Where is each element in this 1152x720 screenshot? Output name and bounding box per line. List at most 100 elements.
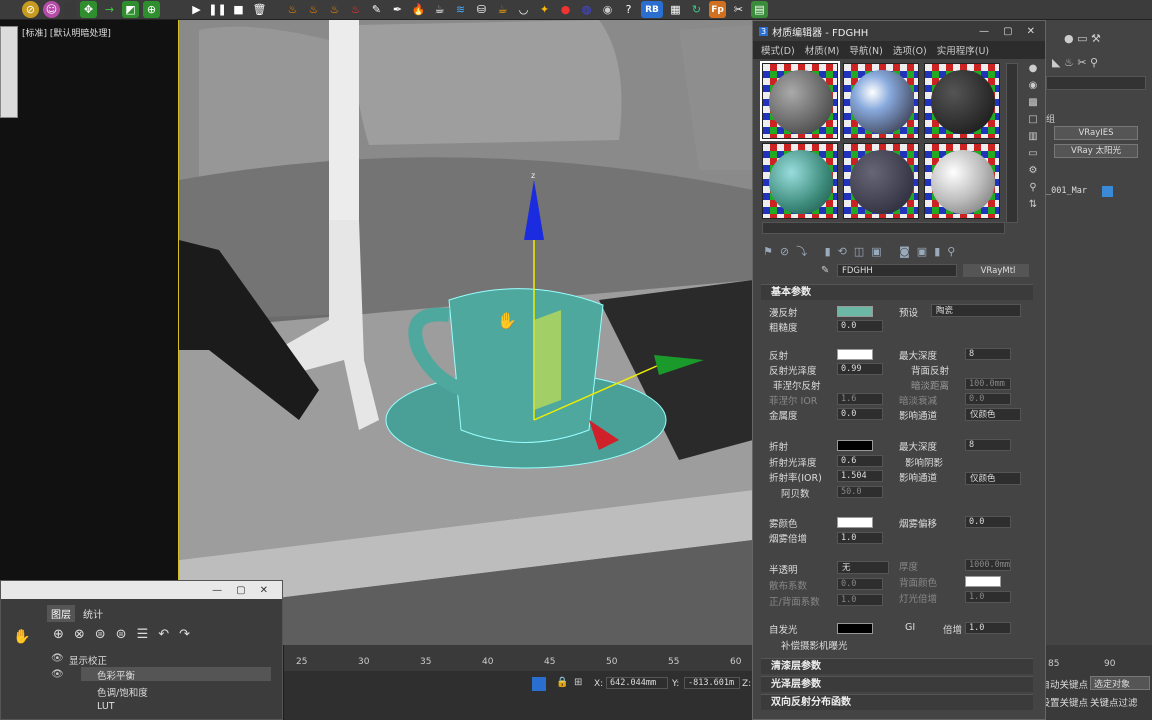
gi-checkbox[interactable]: GI — [905, 622, 915, 633]
bucket-icon[interactable]: ⛁ — [473, 1, 490, 18]
metalness-field[interactable]: 0.0 — [837, 408, 883, 420]
visibility-eye-icon[interactable]: 👁 — [51, 653, 64, 664]
refract-color-swatch[interactable] — [837, 440, 873, 451]
material-type-button[interactable]: VRayMtl — [963, 264, 1029, 277]
refresh-icon[interactable]: ↻ — [688, 1, 705, 18]
object-name[interactable]: _001_Mar — [1046, 186, 1087, 196]
reflect-max-depth-field[interactable]: 8 — [965, 348, 1011, 360]
dim-falloff-field[interactable]: 0.0 — [965, 393, 1011, 405]
grid-icon[interactable]: ▦ — [667, 1, 684, 18]
stop-icon[interactable]: ■ — [230, 1, 247, 18]
layer-item[interactable]: LUT — [97, 701, 115, 712]
material-slot-6[interactable] — [924, 143, 1000, 219]
object-color-swatch[interactable] — [1102, 186, 1113, 197]
pen-icon[interactable]: ✒ — [389, 1, 406, 18]
sheen-params-header[interactable]: 光泽层参数 — [761, 676, 1033, 692]
unlink-icon[interactable]: ☺ — [43, 1, 60, 18]
menu-mode[interactable]: 模式(D) — [761, 43, 795, 57]
pause-icon[interactable]: ❚❚ — [208, 1, 226, 18]
question-icon[interactable]: ? — [620, 1, 637, 18]
tools-icon[interactable]: ✂ — [730, 1, 747, 18]
refract-max-depth-field[interactable]: 8 — [965, 439, 1011, 451]
rb-button[interactable]: RB — [641, 1, 663, 18]
compensate-exposure-checkbox[interactable]: 补偿摄影机曝光 — [781, 638, 848, 652]
minimize-icon[interactable]: — — [979, 26, 989, 37]
auto-key-button[interactable]: 自动关键点 — [1046, 677, 1088, 691]
paint-icon[interactable]: ✎ — [368, 1, 385, 18]
mini-window[interactable] — [0, 26, 18, 118]
layer-panel-titlebar[interactable]: — ▢ ✕ — [1, 581, 282, 599]
fb-coeff-field[interactable]: 1.0 — [837, 594, 883, 606]
preset-dropdown[interactable]: 陶瓷 — [931, 304, 1021, 317]
selection-lock-icon[interactable] — [532, 677, 546, 691]
fire3-icon[interactable]: ♨ — [326, 1, 343, 18]
water-icon[interactable]: ≋ — [452, 1, 469, 18]
affect-shadows-checkbox[interactable]: 影响阴影 — [905, 455, 943, 469]
menu-utilities[interactable]: 实用程序(U) — [937, 43, 989, 57]
set-key-button[interactable]: 设置关键点 — [1046, 695, 1088, 709]
fire2-icon[interactable]: ♨ — [305, 1, 322, 18]
arrow-right-icon[interactable]: → — [101, 1, 118, 18]
self-illum-mult-field[interactable]: 1.0 — [965, 622, 1011, 634]
dim-distance-field[interactable]: 100.0mm — [965, 378, 1011, 390]
scatter-field[interactable]: 0.0 — [837, 578, 883, 590]
visibility-eye-icon[interactable]: 👁 — [51, 669, 64, 680]
cup-icon[interactable]: ☕ — [494, 1, 511, 18]
play-icon[interactable]: ▶ — [188, 1, 205, 18]
timeline-ruler[interactable]: 25 30 35 40 45 50 55 60 — [284, 645, 752, 671]
vrayies-button[interactable]: VRayIES — [1054, 126, 1138, 140]
brdf-header[interactable]: 双向反射分布函数 — [761, 694, 1033, 710]
move-icon[interactable]: ✥ — [80, 1, 97, 18]
select-by-material-icon[interactable]: ⚲ — [1029, 182, 1036, 193]
y-coord-field[interactable]: -813.601m — [684, 677, 740, 689]
layer-toolbar[interactable]: ⊕⊗⊜⊜☰↶↷ — [53, 627, 200, 642]
tab-stats[interactable]: 统计 — [81, 605, 105, 622]
close-icon[interactable]: ✕ — [1027, 26, 1035, 37]
cmd-tab-icons[interactable]: ● ▭ ⚒ — [1064, 32, 1101, 45]
slots-hscrollbar[interactable] — [762, 222, 1005, 234]
material-slot-5[interactable] — [843, 143, 919, 219]
options-icon[interactable]: ⚙ — [1029, 165, 1038, 176]
diffuse-color-swatch[interactable] — [837, 306, 873, 317]
tab-layers[interactable]: 图层 — [47, 605, 75, 622]
spreadsheet-icon[interactable]: ▤ — [751, 1, 768, 18]
record-icon[interactable]: ● — [557, 1, 574, 18]
make-preview-icon[interactable]: ▭ — [1028, 148, 1037, 159]
bowl-icon[interactable]: ◡ — [515, 1, 532, 18]
key-filters-button[interactable]: 关键点过滤 — [1090, 695, 1138, 709]
fp-button[interactable]: Fp — [709, 1, 726, 18]
restore-icon[interactable]: ▢ — [236, 585, 245, 596]
reflect-color-swatch[interactable] — [837, 349, 873, 360]
sample-type-icon[interactable]: ● — [1029, 63, 1038, 74]
background-icon[interactable]: ▩ — [1028, 97, 1037, 108]
back-reflect-checkbox[interactable]: 背面反射 — [911, 363, 949, 377]
create-tab-icons[interactable]: ◣ ♨ ✂ ⚲ — [1052, 56, 1098, 69]
uv-tiling-icon[interactable]: □ — [1028, 114, 1037, 125]
material-slot-4[interactable] — [762, 143, 838, 219]
fog-mult-field[interactable]: 1.0 — [837, 532, 883, 544]
viewport-label[interactable]: [标准] [默认明暗处理] — [22, 26, 111, 39]
video-check-icon[interactable]: ▥ — [1028, 131, 1037, 142]
coat-params-header[interactable]: 清漆层参数 — [761, 658, 1033, 674]
torch-icon[interactable]: ✦ — [536, 1, 553, 18]
layer-item[interactable]: 色彩平衡 — [97, 668, 135, 682]
refract-affect-channels-dropdown[interactable]: 仅颜色 — [965, 472, 1021, 485]
hand-tool-icon[interactable]: ✋ — [13, 629, 30, 645]
minimize-icon[interactable]: — — [212, 585, 222, 596]
abbe-checkbox[interactable]: 阿贝数 — [781, 486, 810, 500]
material-slot-1[interactable] — [760, 61, 840, 141]
translucency-dropdown[interactable]: 无 — [837, 561, 889, 574]
category-dropdown[interactable] — [1046, 76, 1146, 90]
rotate-icon[interactable]: ◩ — [122, 1, 139, 18]
lock-icon[interactable]: 🔒 — [556, 677, 568, 688]
link-icon[interactable]: ⊘ — [22, 1, 39, 18]
scale-icon[interactable]: ⊕ — [143, 1, 160, 18]
abbe-field[interactable]: 50.0 — [837, 486, 883, 498]
dim-distance-checkbox[interactable]: 暗淡距离 — [911, 378, 949, 392]
fresnel-checkbox[interactable]: 菲涅尔反射 — [773, 378, 821, 392]
self-illum-color-swatch[interactable] — [837, 623, 873, 634]
basic-params-header[interactable]: 基本参数 — [761, 284, 1033, 300]
trash-icon[interactable]: 🗑 — [251, 1, 268, 18]
fog-color-swatch[interactable] — [837, 517, 873, 528]
roughness-field[interactable]: 0.0 — [837, 320, 883, 332]
